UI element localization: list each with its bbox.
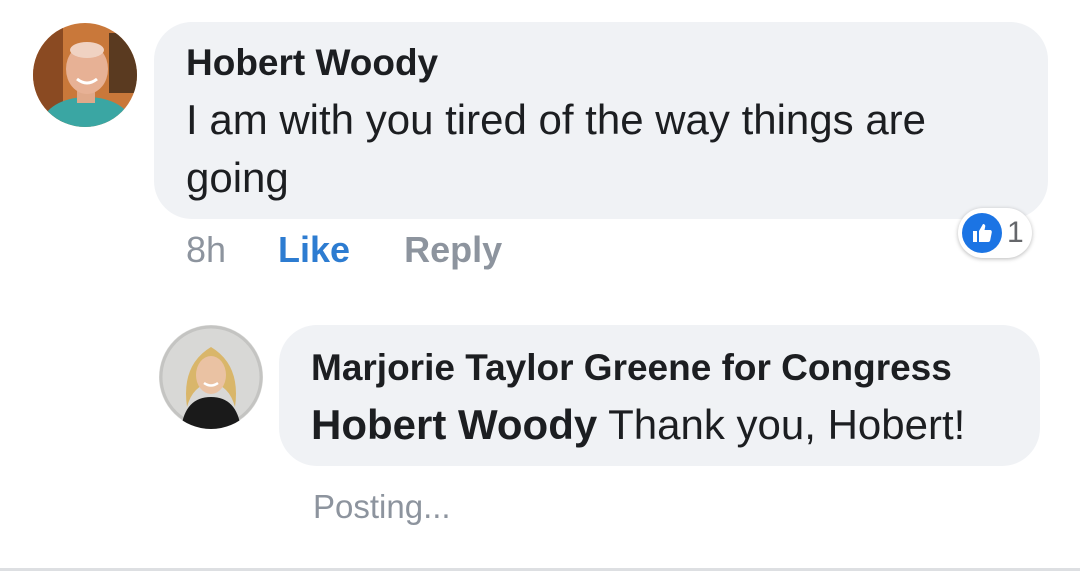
commenter-avatar[interactable] xyxy=(33,23,137,127)
comment-text: I am with you tired of the way things ar… xyxy=(186,96,927,201)
comment-timestamp[interactable]: 8h xyxy=(186,230,226,270)
reaction-count: 1 xyxy=(1007,216,1024,249)
comment-actions: 8h Like Reply xyxy=(186,230,502,270)
reply-author[interactable]: Marjorie Taylor Greene for Congress xyxy=(311,346,1008,390)
reply-bubble: Marjorie Taylor Greene for Congress Hobe… xyxy=(279,325,1040,466)
like-button[interactable]: Like xyxy=(278,230,350,270)
reply-text: Thank you, Hobert! xyxy=(608,401,966,448)
comment-bubble: Hobert Woody I am with you tired of the … xyxy=(154,22,1048,219)
comment-author[interactable]: Hobert Woody xyxy=(186,41,1016,85)
reaction-summary[interactable]: 1 xyxy=(958,208,1032,258)
reply-author-avatar[interactable] xyxy=(159,325,263,429)
posting-status: Posting... xyxy=(313,488,451,525)
reply-button[interactable]: Reply xyxy=(404,230,502,270)
mention-tag[interactable]: Hobert Woody xyxy=(311,401,597,448)
reply-text-line: Hobert Woody Thank you, Hobert! xyxy=(311,396,1008,454)
like-icon xyxy=(962,213,1002,253)
